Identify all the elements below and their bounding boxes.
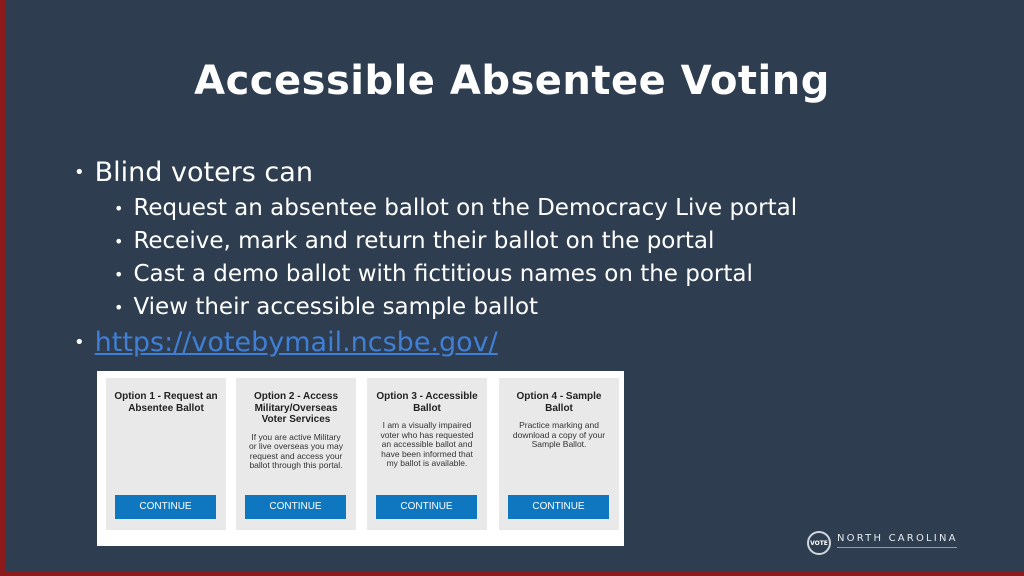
bullet-dot-icon: •: [114, 232, 124, 251]
bullet-dot-icon: •: [74, 332, 85, 353]
option-card-2: Option 2 - Access Military/Overseas Vote…: [236, 378, 356, 530]
option-description: If you are active Military or live overs…: [248, 431, 343, 470]
ncsbe-logo: VOTE NORTH CAROLINA: [807, 531, 958, 555]
vote-seal-icon: VOTE: [807, 531, 831, 555]
continue-button[interactable]: CONTINUE: [508, 495, 609, 519]
sub-bullet-text: Request an absentee ballot on the Democr…: [133, 195, 798, 221]
option-title: Option 3 - Accessible Ballot: [376, 391, 478, 414]
sub-bullet: • Receive, mark and return their ballot o…: [74, 225, 797, 258]
continue-button[interactable]: CONTINUE: [115, 495, 216, 519]
sub-bullet: • Request an absentee ballot on the Democ…: [74, 192, 797, 225]
bullet-main-text: Blind voters can: [94, 157, 313, 188]
sub-bullet-text: View their accessible sample ballot: [133, 294, 539, 320]
option-title: Option 2 - Access Military/Overseas Vote…: [253, 391, 339, 425]
continue-button[interactable]: CONTINUE: [245, 495, 346, 519]
sub-bullet-text: Receive, mark and return their ballot on…: [133, 228, 715, 254]
bullet-dot-icon: •: [114, 199, 124, 218]
bullet-dot-icon: •: [114, 265, 124, 284]
logo-name: NORTH CAROLINA: [837, 533, 958, 544]
bullet-dot-icon: •: [74, 162, 85, 183]
logo-subline: [837, 547, 957, 553]
option-title: Option 4 - Sample Ballot: [516, 391, 602, 414]
option-card-1: Option 1 - Request an Absentee Ballot CO…: [106, 378, 226, 530]
continue-button[interactable]: CONTINUE: [376, 495, 477, 519]
option-description: Practice marking and download a copy of …: [512, 420, 606, 449]
portal-options-screenshot: Option 1 - Request an Absentee Ballot CO…: [97, 371, 624, 546]
bullet-dot-icon: •: [114, 298, 124, 317]
votebymail-link[interactable]: https://votebymail.ncsbe.gov/: [95, 324, 498, 362]
option-title: Option 1 - Request an Absentee Ballot: [114, 391, 218, 414]
logo-text: NORTH CAROLINA: [837, 533, 958, 553]
bullet-list: • Blind voters can • Request an absentee b…: [74, 154, 797, 362]
bottom-accent-bar: [0, 571, 1024, 576]
slide-title: Accessible Absentee Voting: [194, 58, 830, 104]
bullet-main: • Blind voters can: [74, 154, 797, 192]
option-card-4: Option 4 - Sample Ballot Practice markin…: [499, 378, 619, 530]
sub-bullet: • View their accessible sample ballot: [74, 291, 797, 324]
option-card-3: Option 3 - Accessible Ballot I am a visu…: [367, 378, 487, 530]
option-description: I am a visually impaired voter who has r…: [380, 420, 474, 468]
sub-bullet: • Cast a demo ballot with fictitious name…: [74, 258, 797, 291]
bullet-link: • https://votebymail.ncsbe.gov/: [74, 324, 797, 362]
sub-bullet-text: Cast a demo ballot with fictitious names…: [133, 261, 753, 287]
